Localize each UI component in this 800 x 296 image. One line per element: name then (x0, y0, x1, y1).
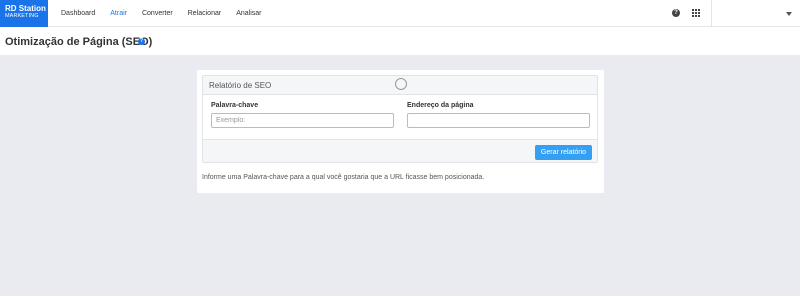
keyword-help-text: Informe uma Palavra-chave para a qual vo… (202, 174, 485, 181)
brand-logo[interactable]: RD Station MARKETING (0, 0, 48, 27)
seo-report-panel: Relatório de SEO Palavra-chave Endereço … (202, 75, 598, 163)
panel-title: Relatório de SEO (209, 81, 272, 90)
brand-sub: MARKETING (5, 13, 39, 19)
keyword-label: Palavra-chave (211, 102, 259, 109)
report-form: Palavra-chave Endereço da página (203, 94, 597, 140)
keyword-input[interactable] (211, 113, 394, 128)
nav-item-dashboard[interactable]: Dashboard (61, 10, 95, 17)
apps-grid-icon[interactable] (692, 9, 700, 17)
seo-report-card: Relatório de SEO Palavra-chave Endereço … (197, 70, 604, 193)
page-header: Otimização de Página (SEO) (0, 27, 800, 55)
main-nav: Dashboard Atrair Converter Relacionar An… (61, 0, 276, 27)
page-address-label: Endereço da página (407, 102, 474, 109)
account-caret-down-icon[interactable] (786, 12, 792, 16)
loading-spinner-icon (395, 78, 407, 90)
navbar-divider (711, 0, 712, 27)
generate-report-button[interactable]: Gerar relatório (535, 145, 592, 160)
nav-item-converter[interactable]: Converter (142, 10, 173, 17)
help-icon[interactable]: ? (672, 9, 680, 17)
nav-item-atrair[interactable]: Atrair (110, 10, 127, 17)
page-address-input[interactable] (407, 113, 590, 128)
page-title: Otimização de Página (SEO) (5, 36, 153, 48)
brand-name: RD Station (5, 4, 46, 13)
title-help-icon[interactable]: ? (138, 38, 145, 45)
nav-item-relacionar[interactable]: Relacionar (188, 10, 221, 17)
top-navbar: RD Station MARKETING Dashboard Atrair Co… (0, 0, 800, 27)
nav-item-analisar[interactable]: Analisar (236, 10, 261, 17)
